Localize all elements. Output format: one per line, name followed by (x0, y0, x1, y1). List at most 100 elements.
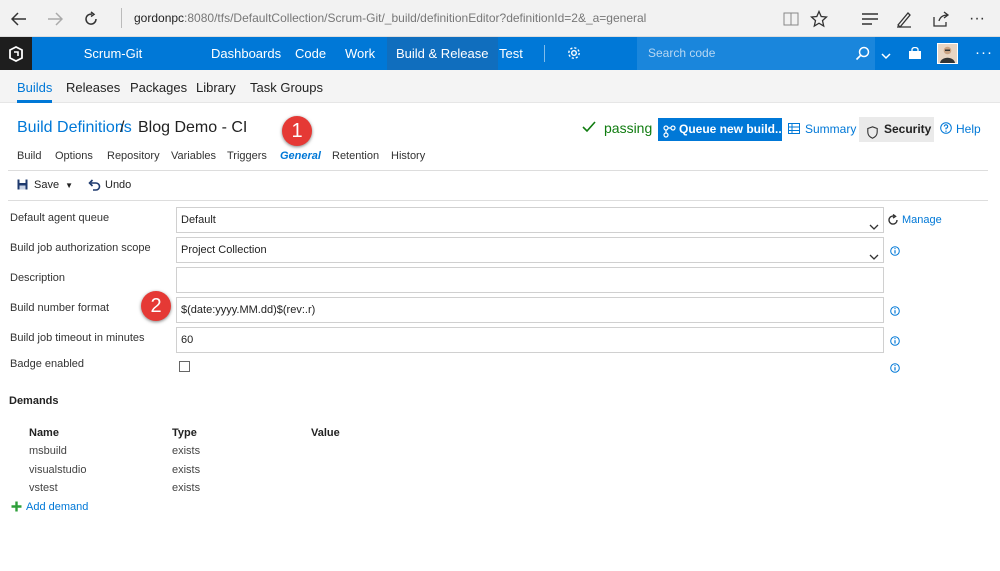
address-divider (121, 8, 122, 28)
checkmark-icon (582, 121, 596, 136)
gear-icon[interactable] (566, 45, 582, 64)
summary-link[interactable]: Summary (788, 122, 856, 136)
hub-task-groups[interactable]: Task Groups (250, 70, 323, 103)
more-options-icon[interactable]: ··· (975, 44, 993, 61)
agent-queue-label: Default agent queue (10, 212, 110, 224)
tab-history[interactable]: History (391, 150, 425, 162)
summary-label: Summary (805, 122, 857, 136)
demands-col-value: Value (311, 427, 340, 439)
hub-icon[interactable] (857, 6, 883, 32)
security-label: Security (884, 122, 932, 136)
save-label: Save (34, 179, 60, 191)
nav-code[interactable]: Code (286, 37, 335, 70)
tab-repository[interactable]: Repository (107, 150, 160, 162)
add-demand-button[interactable]: Add demand (11, 501, 88, 513)
info-icon[interactable] (890, 305, 900, 319)
summary-icon (788, 123, 800, 137)
tab-options[interactable]: Options (55, 150, 93, 162)
badge-enabled-checkbox[interactable] (179, 361, 190, 372)
page-title: Blog Demo - CI (138, 119, 248, 136)
demands-col-name: Name (29, 427, 59, 439)
help-link[interactable]: Help (940, 122, 981, 136)
search-box[interactable]: Search code (637, 37, 875, 70)
tab-retention[interactable]: Retention (332, 150, 379, 162)
auth-scope-label: Build job authorization scope (10, 242, 151, 254)
description-label: Description (10, 272, 66, 284)
back-icon[interactable] (6, 6, 32, 32)
tab-variables[interactable]: Variables (171, 150, 216, 162)
nav-build-release[interactable]: Build & Release (387, 37, 498, 70)
demand-name[interactable]: visualstudio (29, 464, 86, 476)
queue-new-build-label: Queue new build... (679, 122, 786, 136)
hub-library[interactable]: Library (196, 70, 236, 103)
undo-label: Undo (105, 179, 132, 191)
plus-icon (11, 501, 22, 515)
demand-type[interactable]: exists (172, 482, 200, 494)
demand-name[interactable]: vstest (29, 482, 58, 494)
undo-button[interactable]: Undo (88, 179, 131, 191)
vsts-logo-icon[interactable] (0, 37, 32, 70)
hub-builds[interactable]: Builds (17, 70, 53, 103)
manage-link[interactable]: Manage (887, 213, 942, 229)
build-number-format-field[interactable]: $(date:yyyy.MM.dd)$(rev:.r) (176, 297, 884, 323)
nav-divider (544, 45, 545, 62)
marketplace-bag-icon[interactable] (908, 46, 922, 63)
timeout-field[interactable]: 60 (176, 327, 884, 353)
description-field[interactable] (176, 267, 884, 293)
nav-work[interactable]: Work (336, 37, 384, 70)
help-icon (940, 122, 952, 137)
build-number-format-label: Build number format (10, 302, 110, 314)
undo-icon (88, 179, 101, 194)
refresh-icon (887, 213, 899, 229)
nav-dashboards[interactable]: Dashboards (202, 37, 290, 70)
chevron-down-icon[interactable] (881, 49, 891, 63)
manage-label: Manage (902, 214, 942, 226)
demand-name[interactable]: msbuild (29, 445, 67, 457)
tab-build[interactable]: Build (17, 150, 41, 162)
build-status-badge[interactable]: passing (604, 120, 652, 136)
tab-divider (8, 170, 988, 171)
browser-more-icon[interactable]: ··· (964, 6, 990, 32)
demand-type[interactable]: exists (172, 464, 200, 476)
queue-build-icon (663, 123, 676, 146)
annotation-badge-1: 1 (282, 116, 312, 146)
annotation-badge-2: 2 (141, 291, 171, 321)
nav-test[interactable]: Test (490, 37, 532, 70)
agent-queue-select[interactable]: Default (176, 207, 884, 233)
breadcrumb[interactable]: Build Definitions (17, 119, 132, 137)
hub-packages[interactable]: Packages (130, 70, 187, 103)
hub-bar: Builds Releases Packages Library Task Gr… (0, 70, 1000, 103)
web-note-icon[interactable] (891, 6, 917, 32)
save-button[interactable]: Save ▼ (17, 179, 73, 191)
auth-scope-value: Project Collection (181, 244, 267, 256)
add-demand-label: Add demand (26, 501, 89, 513)
security-button[interactable]: Security (859, 117, 934, 142)
project-name[interactable]: Scrum-Git (34, 37, 192, 70)
tab-triggers[interactable]: Triggers (227, 150, 267, 162)
browser-toolbar: gordonpc:8080/tfs/DefaultCollection/Scru… (0, 0, 1000, 37)
refresh-icon[interactable] (78, 6, 104, 32)
help-label: Help (956, 122, 981, 136)
info-icon[interactable] (890, 362, 900, 376)
address-bar[interactable]: gordonpc:8080/tfs/DefaultCollection/Scru… (134, 11, 646, 25)
save-caret-icon[interactable]: ▼ (65, 181, 73, 190)
info-icon[interactable] (890, 245, 900, 259)
avatar[interactable] (937, 43, 958, 64)
auth-scope-select[interactable]: Project Collection (176, 237, 884, 263)
share-icon[interactable] (928, 6, 954, 32)
demand-type[interactable]: exists (172, 445, 200, 457)
demands-col-type: Type (172, 427, 197, 439)
toolbar-divider (8, 200, 988, 201)
search-input[interactable]: Search code (648, 46, 715, 60)
reading-view-icon[interactable] (778, 6, 804, 32)
forward-icon[interactable] (42, 6, 68, 32)
favorite-star-icon[interactable] (806, 6, 832, 32)
search-icon[interactable] (855, 46, 870, 64)
timeout-label: Build job timeout in minutes (10, 332, 145, 344)
queue-new-build-button[interactable]: Queue new build... (658, 118, 786, 141)
tab-general[interactable]: General (280, 150, 321, 162)
hub-releases[interactable]: Releases (66, 70, 120, 103)
info-icon[interactable] (890, 335, 900, 349)
demands-heading: Demands (9, 395, 59, 407)
save-disk-icon (17, 179, 28, 193)
